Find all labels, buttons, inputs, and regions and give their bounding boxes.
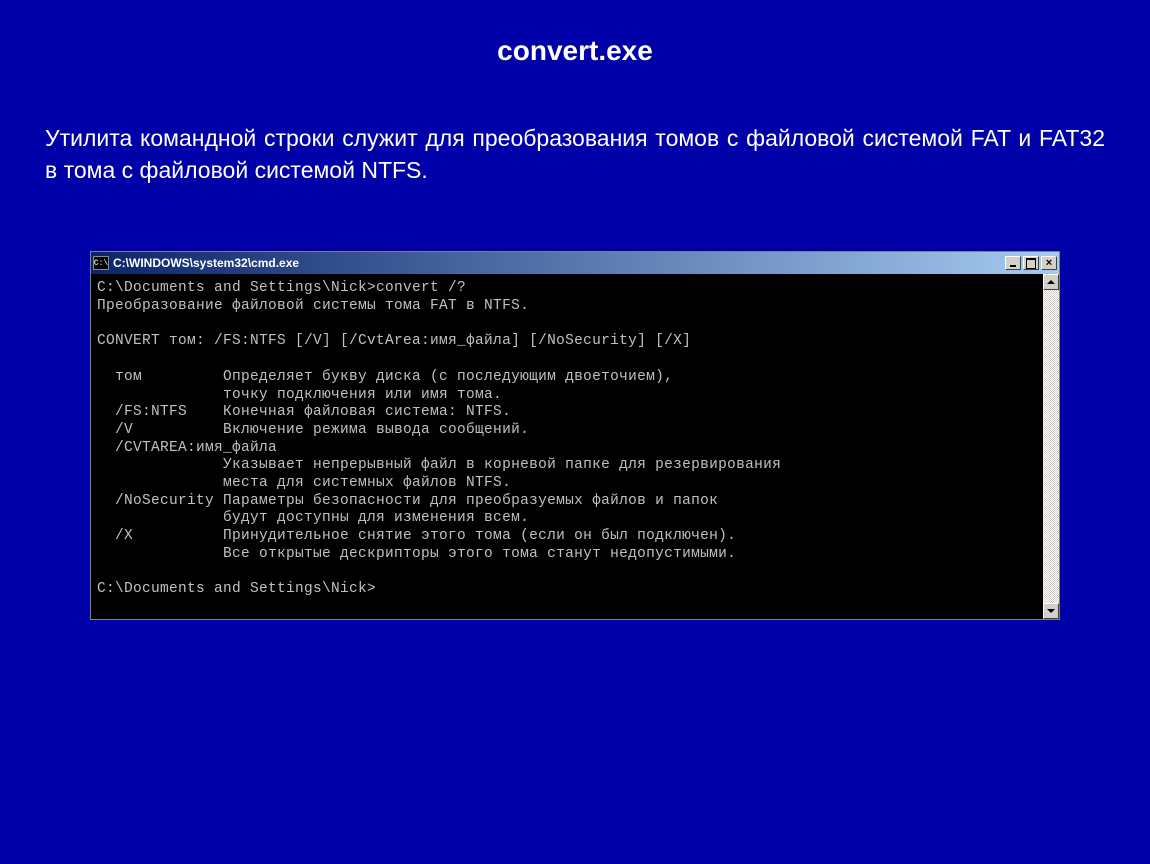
- window-body: C:\Documents and Settings\Nick>convert /…: [91, 274, 1059, 618]
- window-title: C:\WINDOWS\system32\cmd.exe: [113, 256, 1005, 270]
- slide: convert.exe Утилита командной строки слу…: [0, 0, 1150, 864]
- scroll-down-button[interactable]: [1043, 603, 1059, 619]
- window-titlebar[interactable]: C:\ C:\WINDOWS\system32\cmd.exe ×: [91, 252, 1059, 274]
- vertical-scrollbar[interactable]: [1043, 274, 1059, 618]
- slide-title: convert.exe: [40, 35, 1110, 67]
- minimize-button[interactable]: [1005, 256, 1021, 270]
- maximize-button[interactable]: [1023, 256, 1039, 270]
- window-controls: ×: [1005, 256, 1057, 270]
- scroll-track[interactable]: [1043, 290, 1059, 602]
- cmd-icon: C:\: [93, 256, 109, 270]
- scroll-up-button[interactable]: [1043, 274, 1059, 290]
- close-button[interactable]: ×: [1041, 256, 1057, 270]
- console-output[interactable]: C:\Documents and Settings\Nick>convert /…: [91, 274, 1043, 618]
- cmd-window: C:\ C:\WINDOWS\system32\cmd.exe × C:\Doc…: [90, 251, 1060, 619]
- slide-description: Утилита командной строки служит для прео…: [40, 122, 1110, 186]
